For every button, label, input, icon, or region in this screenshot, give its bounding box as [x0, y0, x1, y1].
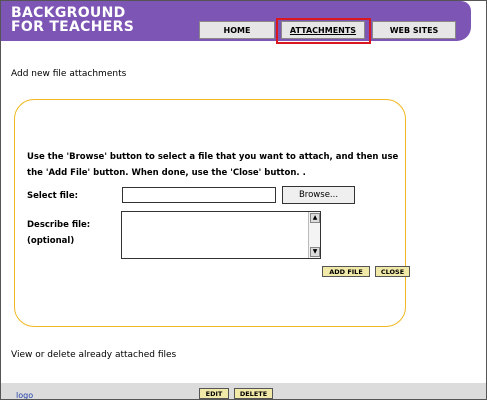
- edit-attachment-button[interactable]: EDIT: [199, 388, 229, 399]
- select-file-label: Select file:: [27, 191, 79, 201]
- upload-instructions: Use the 'Browse' button to select a file…: [27, 152, 399, 178]
- scroll-down-icon[interactable]: ▼: [310, 247, 320, 257]
- delete-attachment-button[interactable]: DELETE: [234, 388, 273, 399]
- file-description-textarea[interactable]: ▲ ▼: [121, 211, 321, 259]
- file-path-input[interactable]: [122, 187, 276, 203]
- site-header: BACKGROUND FOR TEACHERS HOME ATTACHMENTS…: [1, 1, 471, 44]
- attachments-highlight-box: [276, 18, 371, 44]
- nav-web-sites[interactable]: WEB SITES: [372, 21, 456, 39]
- add-file-button[interactable]: ADD FILE: [322, 266, 370, 277]
- attachment-link[interactable]: logo: [16, 391, 33, 399]
- logo-line-1: BACKGROUND: [11, 5, 126, 21]
- add-attachments-heading: Add new file attachments: [11, 69, 127, 79]
- nav-home[interactable]: HOME: [199, 21, 275, 39]
- describe-file-label: Describe file:: [27, 220, 91, 230]
- scroll-up-icon[interactable]: ▲: [310, 213, 320, 223]
- close-button[interactable]: CLOSE: [375, 266, 410, 277]
- textarea-scrollbar[interactable]: ▲ ▼: [308, 212, 320, 258]
- view-attachments-heading: View or delete already attached files: [11, 350, 177, 360]
- describe-file-optional-label: (optional): [27, 236, 75, 246]
- browse-button[interactable]: Browse...: [282, 186, 355, 204]
- site-logo[interactable]: BACKGROUND FOR TEACHERS: [11, 6, 134, 34]
- logo-line-2: FOR TEACHERS: [11, 19, 135, 35]
- page-frame: BACKGROUND FOR TEACHERS HOME ATTACHMENTS…: [0, 0, 487, 400]
